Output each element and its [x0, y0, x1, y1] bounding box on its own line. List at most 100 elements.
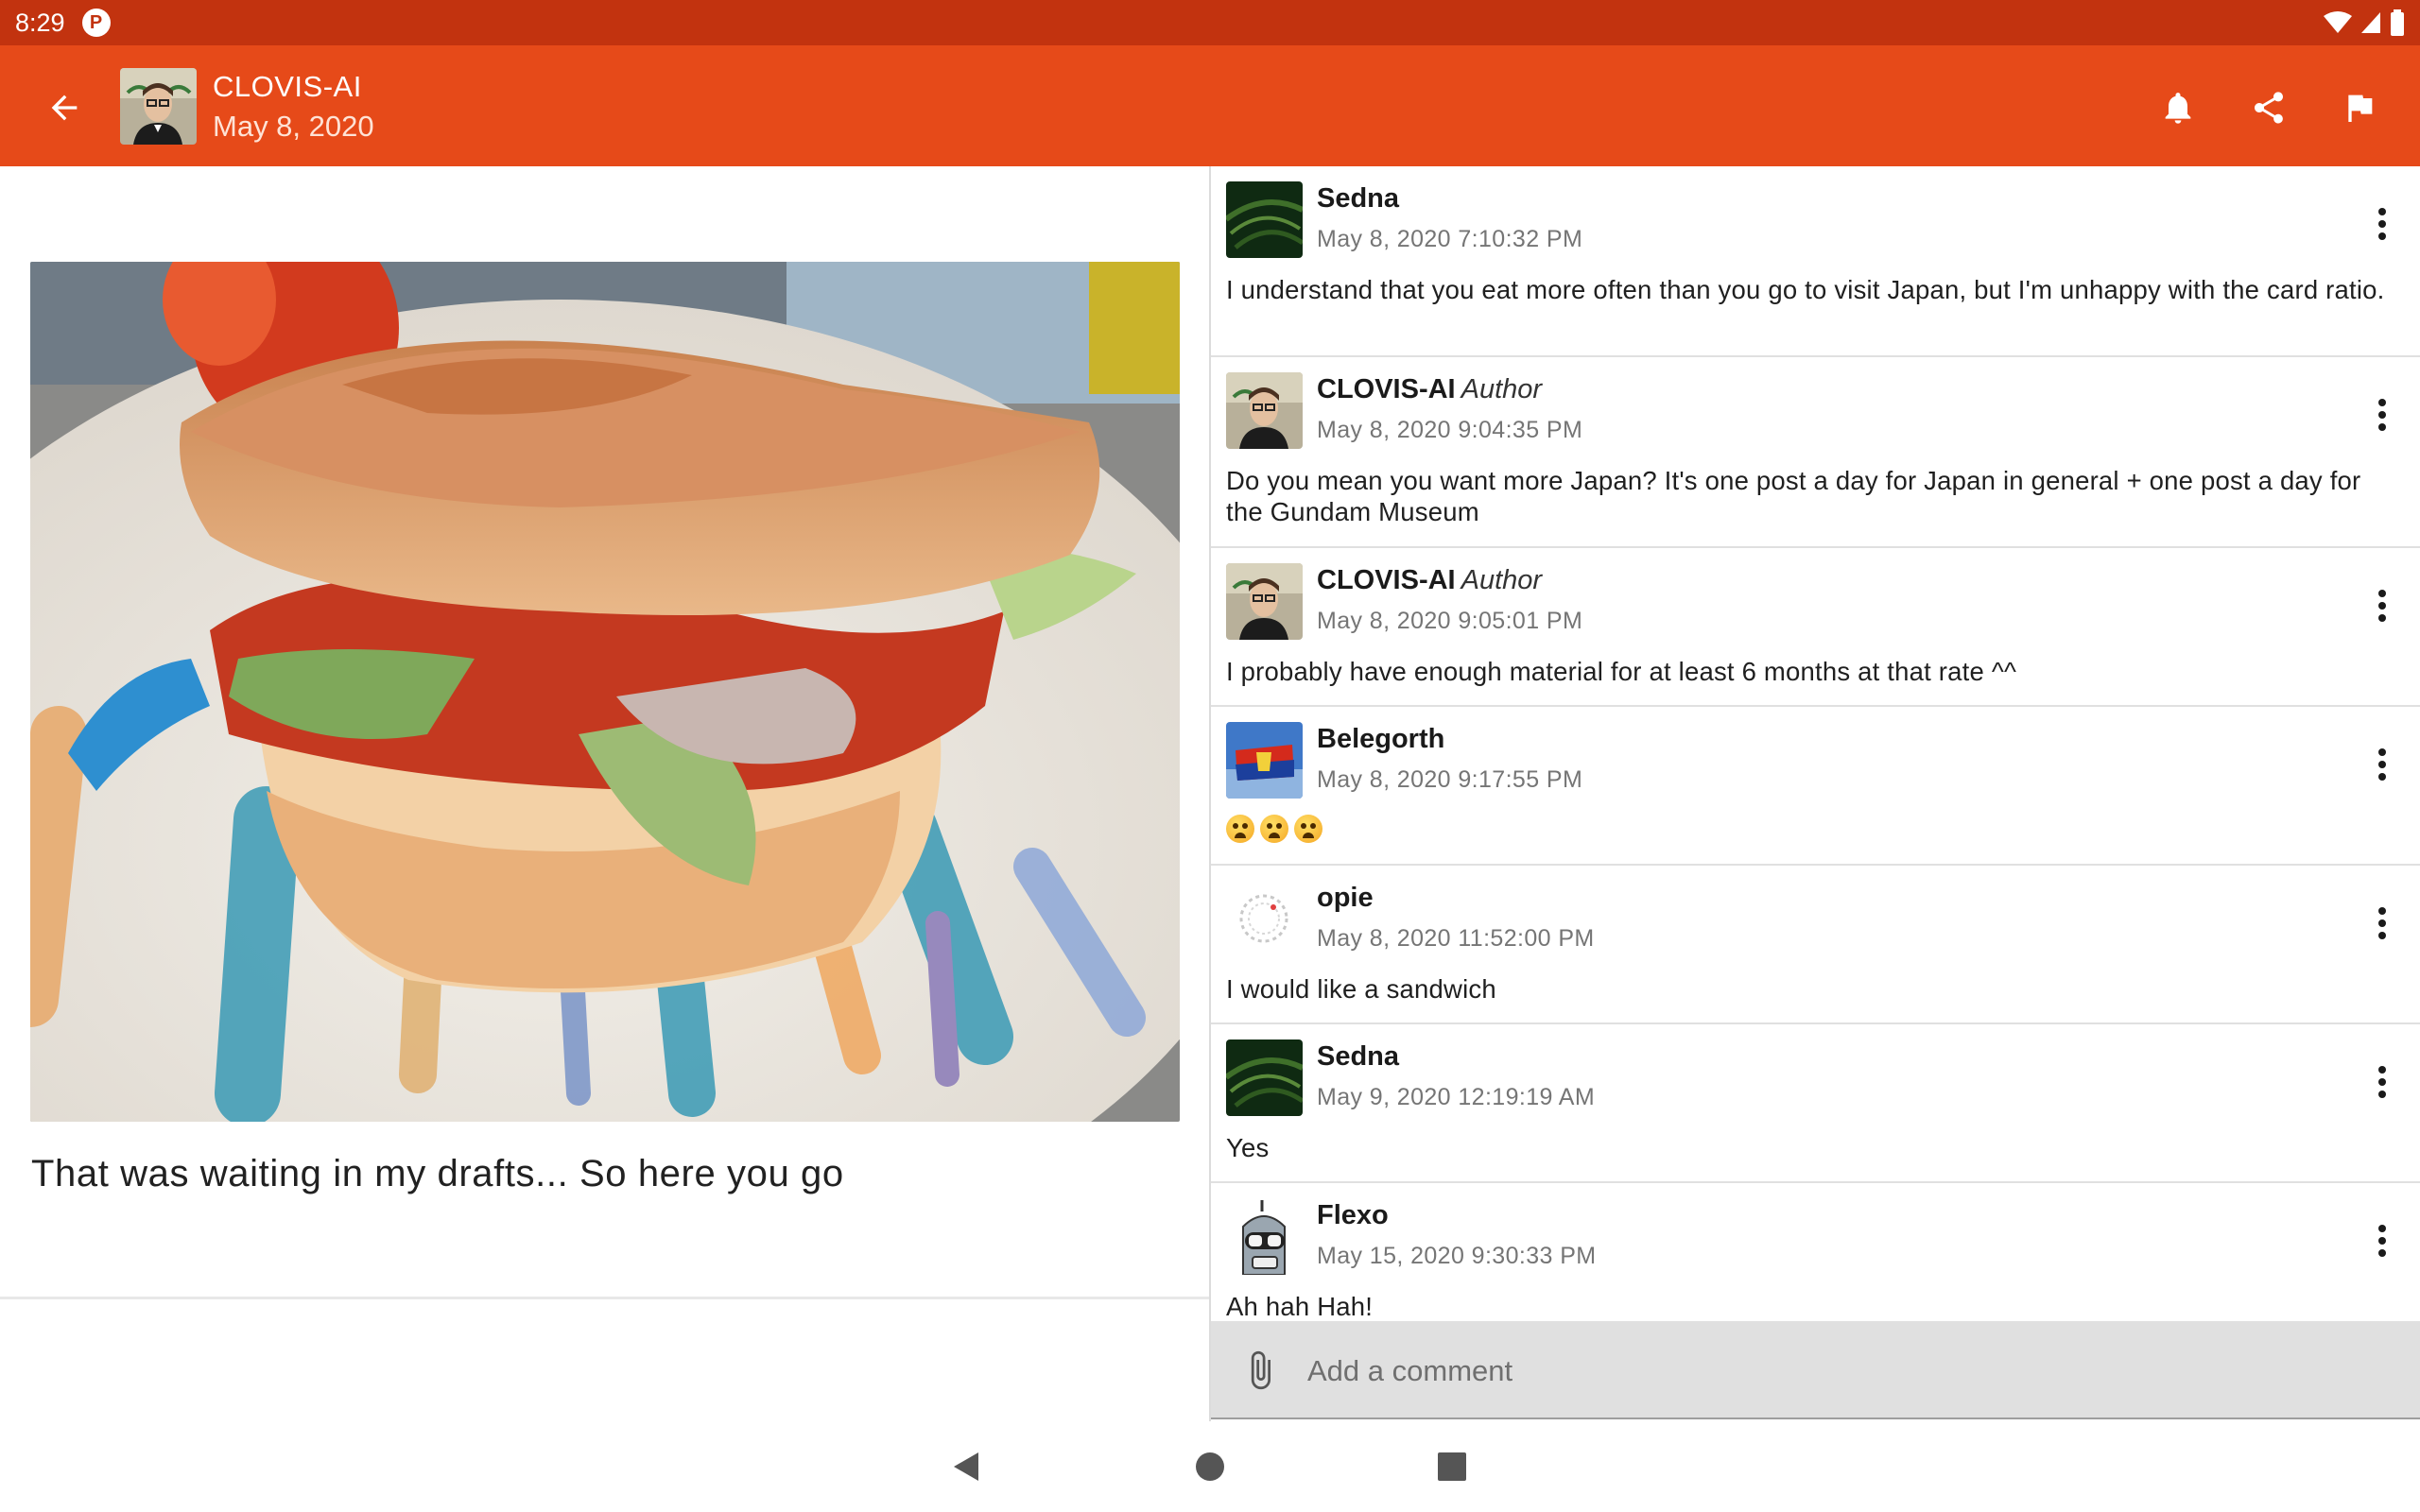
commenter-name: Belegorth: [1317, 724, 1445, 754]
post-date: May 8, 2020: [213, 110, 374, 143]
status-right: [2324, 9, 2405, 36]
author-avatar-image: [1226, 563, 1303, 640]
comment-more-button[interactable]: [2363, 200, 2401, 248]
comment-date: May 15, 2020 9:30:33 PM: [1317, 1243, 1597, 1269]
paperclip-icon: [1251, 1350, 1270, 1390]
bell-icon: [2165, 93, 2191, 124]
wifi-icon: [2324, 11, 2352, 33]
commenter-name: Sedna: [1317, 1041, 1400, 1072]
author-badge: Author: [1461, 374, 1543, 404]
commenter-avatar[interactable]: [1226, 181, 1303, 258]
more-vert-icon: [2378, 208, 2386, 240]
post-divider: [0, 1297, 1210, 1299]
pine-avatar-image: [1226, 1040, 1303, 1116]
app-notification-icon: P: [81, 9, 111, 37]
attach-button[interactable]: [1234, 1344, 1287, 1397]
flag-icon: [2348, 94, 2373, 122]
commenter-avatar[interactable]: [1226, 1040, 1303, 1116]
comment-more-button[interactable]: [2363, 1058, 2401, 1106]
comment-input[interactable]: [1305, 1344, 2396, 1399]
nav-home-icon: [1196, 1452, 1224, 1481]
weary-face-emoji-icon: [1294, 815, 1322, 843]
author-avatar-image: [1226, 372, 1303, 449]
comment-item: opie May 8, 2020 11:52:00 PM I would lik…: [1211, 866, 2420, 1024]
post-author-title: CLOVIS-AI: [213, 70, 362, 103]
more-vert-icon: [2378, 907, 2386, 939]
comment-text: I understand that you eat more often tha…: [1226, 275, 2385, 304]
commenter-avatar[interactable]: [1226, 881, 1303, 957]
comment-item: CLOVIS-AI Author May 8, 2020 9:05:01 PM I…: [1211, 548, 2420, 707]
comment-more-button[interactable]: [2363, 900, 2401, 947]
more-vert-icon: [2378, 1066, 2386, 1098]
author-avatar[interactable]: [120, 68, 197, 145]
app-bar: CLOVIS-AI May 8, 2020: [0, 45, 2420, 166]
post-pane: That was waiting in my drafts... So here…: [0, 166, 1210, 1300]
more-vert-icon: [2378, 748, 2386, 781]
post-image[interactable]: [30, 262, 1180, 1122]
share-button[interactable]: [2240, 79, 2297, 136]
comment-more-button[interactable]: [2363, 741, 2401, 788]
nav-back-icon: [954, 1452, 978, 1481]
commenter-name: Flexo: [1317, 1200, 1389, 1230]
comment-text: Do you mean you want more Japan? It's on…: [1226, 466, 2361, 526]
comment-date: May 8, 2020 7:10:32 PM: [1317, 226, 1583, 252]
commenter-name: CLOVIS-AI Author: [1317, 565, 1543, 595]
comment-more-button[interactable]: [2363, 582, 2401, 629]
comment-more-button[interactable]: [2363, 1217, 2401, 1264]
system-nav-bar: [0, 1421, 2420, 1512]
status-time: 8:29: [15, 8, 65, 37]
report-button[interactable]: [2331, 79, 2388, 136]
comment-text: I would like a sandwich: [1226, 974, 1496, 1004]
share-icon: [2255, 92, 2283, 124]
status-left: 8:29 P: [15, 9, 111, 38]
comment-item: Sedna May 9, 2020 12:19:19 AM Yes: [1211, 1024, 2420, 1183]
more-vert-icon: [2378, 1225, 2386, 1257]
commenter-avatar[interactable]: [1226, 1198, 1303, 1275]
nav-back-button[interactable]: [940, 1440, 993, 1493]
post-caption: That was waiting in my drafts... So here…: [31, 1153, 844, 1194]
nav-home-button[interactable]: [1184, 1440, 1236, 1493]
battery-icon: [2391, 9, 2404, 36]
nav-recents-button[interactable]: [1426, 1440, 1478, 1493]
comment-text: I probably have enough material for at l…: [1226, 657, 2017, 686]
comment-compose-bar: [1211, 1321, 2420, 1419]
author-avatar-image: [120, 68, 197, 145]
sandwich-photo: [30, 262, 1180, 1122]
comment-emoji: [1226, 815, 2398, 843]
comment-date: May 8, 2020 9:04:35 PM: [1317, 417, 1583, 443]
signal-icon: [2361, 12, 2380, 33]
commenter-name: CLOVIS-AI Author: [1317, 374, 1543, 404]
commenter-avatar[interactable]: [1226, 722, 1303, 799]
comment-item: Belegorth May 8, 2020 9:17:55 PM: [1211, 707, 2420, 866]
commenter-avatar[interactable]: [1226, 372, 1303, 449]
comment-item: CLOVIS-AI Author May 8, 2020 9:04:35 PM D…: [1211, 357, 2420, 548]
weary-face-emoji-icon: [1226, 815, 1254, 843]
pine-avatar-image: [1226, 181, 1303, 258]
comment-item: Flexo May 15, 2020 9:30:33 PM Ah hah Hah…: [1211, 1183, 2420, 1321]
comment-text: Yes: [1226, 1133, 1270, 1162]
comment-more-button[interactable]: [2363, 391, 2401, 438]
flag-avatar-image: [1226, 722, 1303, 799]
weary-face-emoji-icon: [1260, 815, 1288, 843]
arrow-back-icon: [51, 94, 78, 121]
more-vert-icon: [2378, 590, 2386, 622]
comment-item: Sedna May 8, 2020 7:10:32 PM I understan…: [1211, 166, 2420, 357]
more-vert-icon: [2378, 399, 2386, 431]
swirl-avatar-image: [1226, 881, 1303, 957]
comment-text: Ah hah Hah!: [1226, 1292, 1374, 1321]
author-badge: Author: [1461, 565, 1543, 595]
comment-date: May 8, 2020 11:52:00 PM: [1317, 925, 1595, 952]
notifications-button[interactable]: [2150, 79, 2206, 136]
comment-date: May 9, 2020 12:19:19 AM: [1317, 1084, 1596, 1110]
commenter-name: Sedna: [1317, 183, 1400, 214]
commenter-name: opie: [1317, 883, 1374, 913]
robot-avatar-image: [1226, 1198, 1303, 1275]
comment-date: May 8, 2020 9:17:55 PM: [1317, 766, 1583, 793]
comments-list[interactable]: Sedna May 8, 2020 7:10:32 PM I understan…: [1211, 166, 2420, 1321]
nav-recents-icon: [1438, 1452, 1466, 1481]
back-button[interactable]: [38, 81, 91, 134]
comment-date: May 8, 2020 9:05:01 PM: [1317, 608, 1583, 634]
commenter-avatar[interactable]: [1226, 563, 1303, 640]
status-bar: 8:29 P: [0, 0, 2420, 45]
emoji-row: [1226, 815, 2398, 843]
